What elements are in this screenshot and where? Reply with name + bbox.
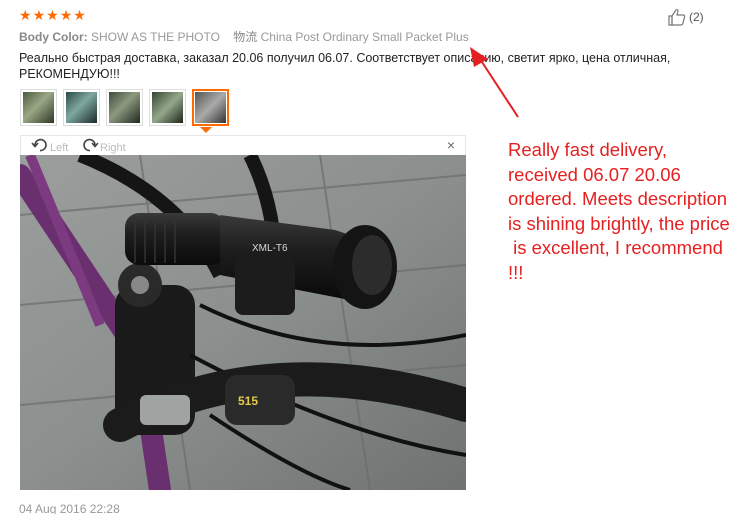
- translation-annotation: Really fast delivery, received 06.07 20.…: [508, 139, 730, 283]
- photo-thumbnail[interactable]: [149, 89, 186, 126]
- review-photo: XML-T6 515: [20, 155, 466, 490]
- shipping-value: China Post Ordinary Small Packet Plus: [260, 30, 469, 44]
- photo-thumbnail-active[interactable]: [192, 89, 229, 126]
- review-text: Реально быстрая доставка, заказал 20.06 …: [19, 51, 671, 81]
- body-color-value: SHOW AS THE PHOTO: [91, 30, 220, 44]
- selected-thumbnail-caret: [200, 127, 212, 133]
- helpful-button[interactable]: (2): [667, 8, 704, 26]
- shipping-label: 物流: [233, 30, 258, 44]
- review-date: 04 Aug 2016 22:28: [19, 502, 120, 514]
- close-icon[interactable]: ×: [447, 136, 455, 154]
- rotate-left-label: Left: [50, 141, 69, 154]
- shifter-badge: 515: [238, 394, 258, 408]
- star-icon: ★: [59, 7, 73, 23]
- star-icon: ★: [19, 7, 32, 23]
- rating-stars: ★ ★ ★ ★ ★: [19, 8, 86, 22]
- star-icon: ★: [32, 7, 46, 23]
- photo-thumbnail[interactable]: [106, 89, 143, 126]
- star-icon: ★: [46, 7, 59, 23]
- thumbs-up-icon: [667, 8, 687, 26]
- rotate-right-label: Right: [100, 141, 126, 154]
- annotation-arrow: [470, 47, 519, 118]
- flashlight-label: XML-T6: [252, 243, 288, 254]
- helpful-count: (2): [689, 10, 704, 24]
- photo-thumbnails: [20, 89, 229, 126]
- photo-thumbnail[interactable]: [20, 89, 57, 126]
- review-meta: Body Color: SHOW AS THE PHOTO 物流 China P…: [19, 28, 469, 45]
- photo-thumbnail[interactable]: [63, 89, 100, 126]
- body-color-label: Body Color:: [19, 30, 88, 44]
- star-icon: ★: [73, 7, 86, 23]
- photo-viewer-toolbar: Left Right ×: [20, 135, 466, 155]
